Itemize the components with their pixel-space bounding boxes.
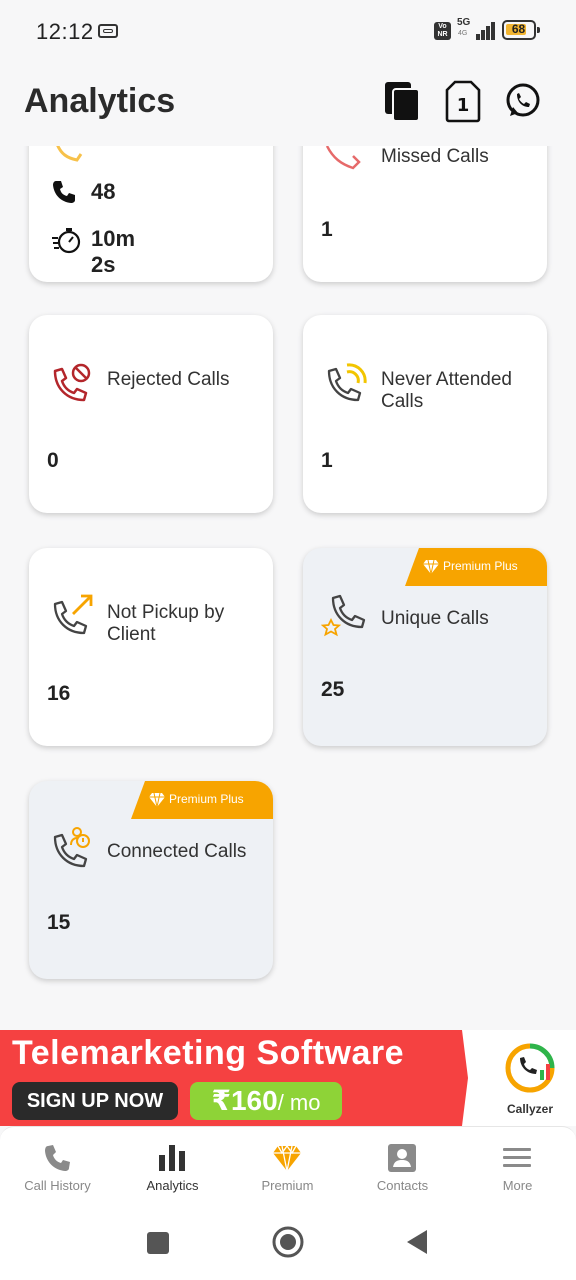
cast-icon — [98, 24, 118, 38]
nav-analytics[interactable]: Analytics — [115, 1127, 230, 1201]
premium-plus-badge: Premium Plus — [131, 781, 273, 819]
call-icon — [56, 146, 83, 162]
unique-call-icon — [321, 594, 366, 637]
card-title: Missed Calls — [381, 146, 489, 167]
diamond-icon — [149, 792, 165, 808]
ad-price-value: ₹160 — [211, 1085, 278, 1116]
missed-call-icon — [325, 146, 361, 170]
connected-call-icon — [53, 827, 90, 868]
card-value: 0 — [47, 449, 59, 472]
rejected-call-icon — [53, 363, 91, 402]
card-value: 1 — [321, 218, 333, 241]
contact-card-icon — [388, 1144, 416, 1172]
whatsapp-icon[interactable] — [503, 80, 543, 124]
diamond-icon — [423, 559, 439, 575]
card-value: 15 — [47, 911, 71, 934]
premium-plus-label: Premium Plus — [443, 559, 518, 573]
ad-price: ₹160/ mo — [190, 1082, 342, 1120]
menu-icon — [503, 1148, 531, 1167]
calls-count-value: 48 — [91, 179, 116, 204]
vonr-icon: Vo NR — [434, 22, 451, 40]
card-value: 1 — [321, 449, 333, 472]
copy-icon[interactable] — [383, 80, 423, 124]
card-value: 25 — [321, 678, 345, 701]
not-pickup-by-client-card[interactable]: Not Pickup by Client 16 — [29, 548, 273, 746]
nav-premium[interactable]: Premium — [230, 1127, 345, 1201]
never-attended-icon — [327, 363, 367, 402]
card-title: Unique Calls — [381, 608, 489, 629]
phone-icon — [45, 1145, 70, 1171]
back-button[interactable] — [405, 1229, 429, 1255]
signal-icon — [470, 20, 496, 40]
connected-calls-card[interactable]: Premium Plus Connected Calls 15 — [29, 781, 273, 979]
never-attended-calls-card[interactable]: Never Attended Calls 1 — [303, 315, 547, 513]
card-value: 16 — [47, 682, 71, 705]
premium-plus-label: Premium Plus — [169, 792, 244, 806]
rejected-calls-card[interactable]: Rejected Calls 0 — [29, 315, 273, 513]
svg-text:1: 1 — [457, 95, 470, 116]
premium-plus-badge: Premium Plus — [405, 548, 547, 586]
bottom-nav: Call History Analytics Premium Contacts … — [0, 1126, 576, 1201]
card-title: Rejected Calls — [107, 369, 230, 390]
network-sub-label: 4G — [458, 30, 468, 37]
phone-icon — [53, 181, 75, 203]
nav-more[interactable]: More — [460, 1127, 575, 1201]
recents-button[interactable] — [146, 1231, 170, 1255]
diamond-icon — [273, 1144, 301, 1172]
card-title: Never Attended Calls — [381, 369, 512, 412]
card-title: Connected Calls — [107, 841, 247, 862]
ad-price-unit: / mo — [277, 1090, 321, 1115]
status-time: 12:12 — [36, 19, 94, 44]
sim-icon[interactable]: 1 — [443, 80, 483, 124]
bar-chart-icon — [159, 1145, 185, 1171]
ad-brand: Callyzer — [506, 1102, 554, 1116]
nav-label: Call History — [24, 1178, 91, 1193]
network-label: 5G — [457, 17, 471, 28]
battery-level: 68 — [511, 22, 526, 36]
ad-banner[interactable]: Telemarketing Software SIGN UP NOW ₹160/… — [0, 1030, 576, 1126]
home-button[interactable] — [271, 1225, 305, 1259]
status-bar: 12:12 Vo NR 5G 4G 68 — [0, 0, 576, 62]
nav-label: Premium — [261, 1178, 314, 1193]
unique-calls-card[interactable]: Premium Plus Unique Calls 25 — [303, 548, 547, 746]
outgoing-call-icon — [53, 594, 93, 635]
card-title: Not Pickup by Client — [107, 602, 225, 645]
nav-label: More — [502, 1178, 533, 1193]
duration-value: 10m 2s — [91, 226, 136, 277]
analytics-content[interactable]: 48 10m 2s Missed Calls 1 Rejected Calls … — [0, 146, 576, 1030]
ad-headline: Telemarketing Software — [12, 1034, 405, 1072]
nav-contacts[interactable]: Contacts — [345, 1127, 460, 1201]
nav-call-history[interactable]: Call History — [0, 1127, 115, 1201]
nav-label: Contacts — [376, 1178, 429, 1193]
ad-signup-button[interactable]: SIGN UP NOW — [12, 1082, 178, 1120]
nav-label: Analytics — [146, 1178, 199, 1193]
page-title: Analytics — [24, 82, 176, 120]
missed-calls-card[interactable]: Missed Calls 1 — [303, 146, 547, 282]
callyzer-logo: Callyzer — [490, 1040, 570, 1120]
stopwatch-icon — [52, 228, 81, 254]
total-calls-card[interactable]: 48 10m 2s — [29, 146, 273, 282]
app-header: Analytics 1 — [0, 62, 576, 146]
system-nav-bar — [0, 1200, 576, 1280]
battery-icon: 68 — [502, 20, 536, 40]
